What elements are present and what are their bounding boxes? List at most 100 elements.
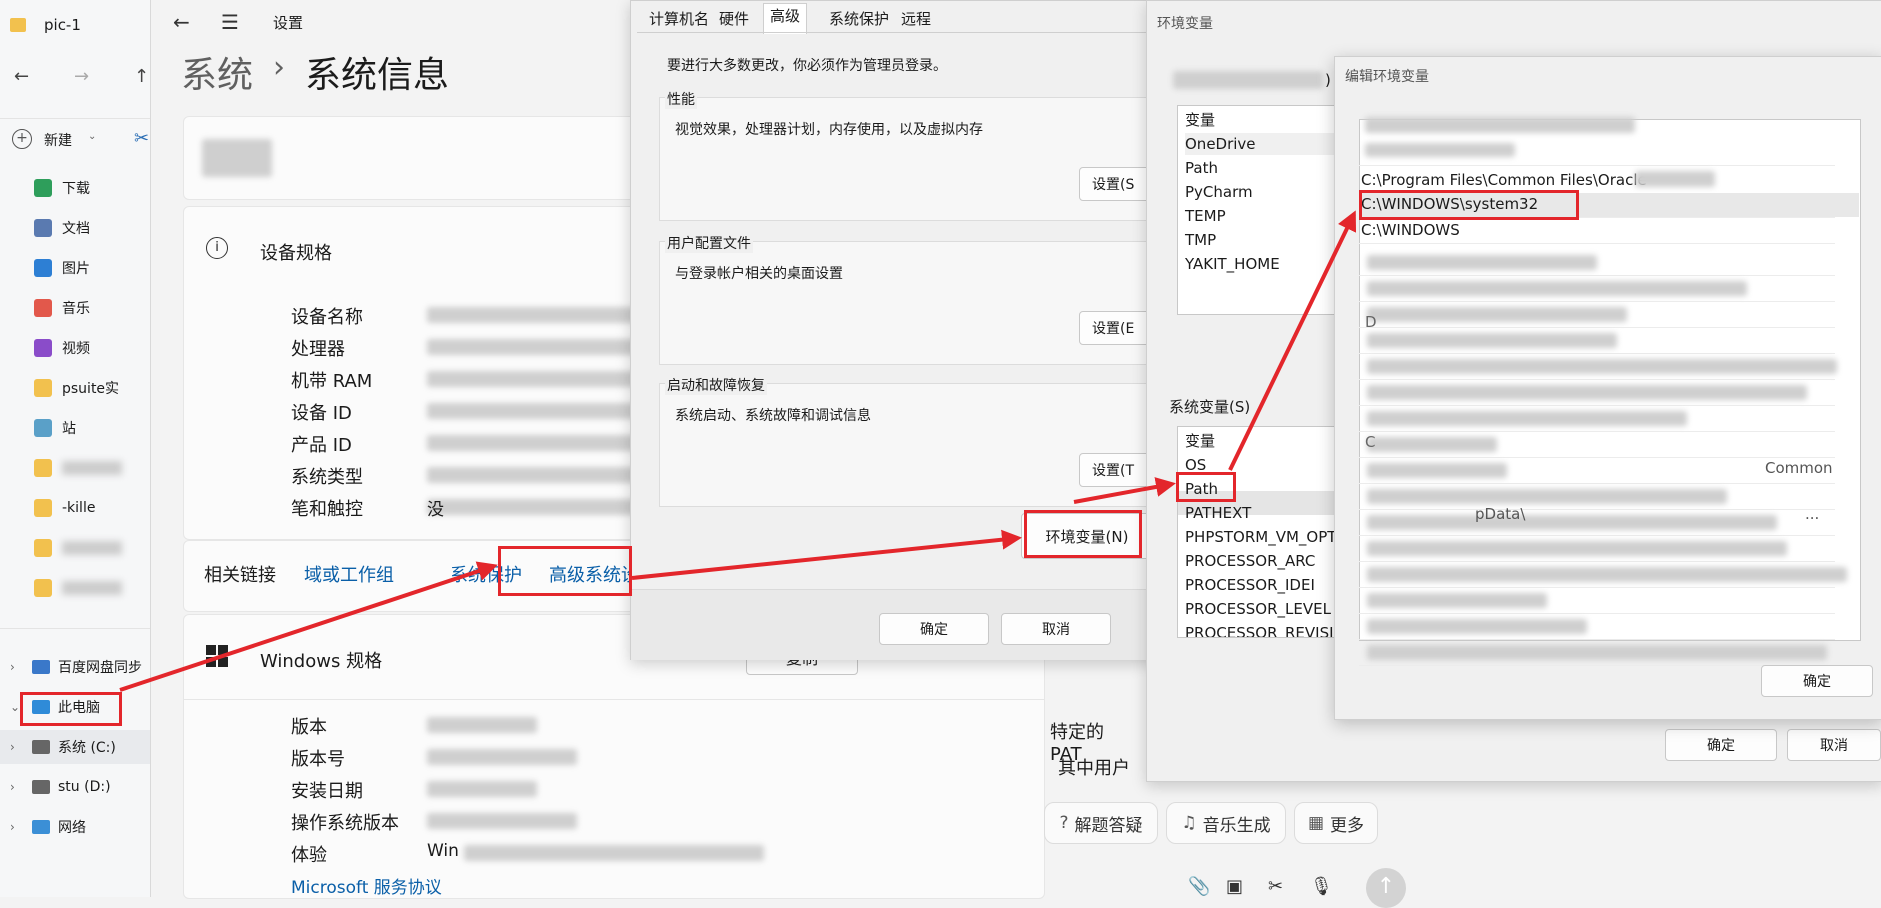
row-divider bbox=[1359, 483, 1835, 484]
music-note-icon: ♫ bbox=[1181, 813, 1197, 833]
user-variable-item[interactable]: TMP bbox=[1185, 229, 1216, 251]
user-variables-list[interactable]: 变量 OneDrive Path PyCharm TEMP TMP YAKIT_HOME bbox=[1177, 105, 1349, 315]
system-variable-item[interactable]: PROCESSOR_ARC bbox=[1185, 550, 1315, 572]
redacted-windows-value bbox=[427, 813, 577, 829]
tree-item-label: 系统 (C:) bbox=[58, 740, 116, 756]
tab-3[interactable]: 系统保护 bbox=[823, 7, 895, 31]
system-variable-item[interactable]: PROCESSOR_LEVEL bbox=[1185, 598, 1331, 620]
attach-icon[interactable]: 📎 bbox=[1188, 876, 1210, 897]
chevron-right-icon[interactable]: › bbox=[10, 740, 20, 754]
spec-label: 产品 ID bbox=[291, 435, 352, 456]
system-variable-item[interactable]: PATHEXT bbox=[1185, 502, 1251, 524]
ms-service-agreement-link[interactable]: Microsoft 服务协议 bbox=[291, 873, 442, 898]
row-divider bbox=[1359, 457, 1835, 458]
cut-icon[interactable]: ✂ bbox=[134, 128, 149, 149]
group-description: 系统启动、系统故障和调试信息 bbox=[675, 408, 871, 424]
tree-item[interactable]: › 百度网盘同步 bbox=[0, 650, 160, 684]
path-entry[interactable]: C:\Program Files\Common Files\Oracle bbox=[1361, 169, 1647, 191]
suggestion-chip[interactable]: ♫ 音乐生成 bbox=[1166, 802, 1286, 844]
envvars-window-title: 环境变量 bbox=[1157, 16, 1213, 32]
forward-icon[interactable]: → bbox=[74, 66, 89, 87]
system-variable-item[interactable]: PHPSTORM_VM_OPT bbox=[1185, 526, 1336, 548]
user-variable-item[interactable]: Path bbox=[1185, 157, 1218, 179]
redacted-spec-value bbox=[427, 499, 657, 515]
quick-access-item[interactable]: 下载 bbox=[0, 172, 160, 204]
row-divider bbox=[1359, 353, 1835, 354]
partial-path-entry: pData\ bbox=[1475, 505, 1526, 523]
redacted-label bbox=[62, 541, 122, 555]
quick-access-item[interactable] bbox=[0, 452, 160, 484]
quick-access-item[interactable] bbox=[0, 572, 160, 604]
redacted-entry bbox=[1367, 463, 1507, 478]
suggestion-chip[interactable]: ? 解题答疑 bbox=[1044, 802, 1158, 844]
path-entry-selected[interactable]: C:\WINDOWS\system32 bbox=[1361, 193, 1538, 215]
up-icon[interactable]: ↑ bbox=[134, 66, 149, 87]
windows-spec-label: 版本号 bbox=[291, 749, 345, 770]
hamburger-menu-icon[interactable]: ☰ bbox=[221, 10, 239, 34]
user-variable-item[interactable]: PyCharm bbox=[1185, 181, 1253, 203]
chip-label: 解题答疑 bbox=[1074, 815, 1143, 836]
group-description: 与登录帐户相关的桌面设置 bbox=[675, 266, 843, 282]
user-variable-item[interactable]: YAKIT_HOME bbox=[1185, 253, 1280, 275]
quick-access-item[interactable]: 视频 bbox=[0, 332, 160, 364]
link-domain-workgroup[interactable]: 域或工作组 bbox=[304, 561, 394, 587]
tab-2[interactable]: 高级 bbox=[763, 3, 808, 34]
environment-variables-button[interactable]: 环境变量(N) bbox=[1021, 513, 1153, 559]
chat-text-fragment: 其中用户 bbox=[1058, 758, 1130, 779]
quick-access-item[interactable]: 站 bbox=[0, 412, 160, 444]
redacted-entry bbox=[1367, 645, 1827, 660]
new-button[interactable]: 新建 bbox=[44, 130, 72, 150]
tab-0[interactable]: 计算机名 bbox=[643, 7, 715, 31]
breadcrumb-parent[interactable]: 系统 bbox=[181, 46, 253, 98]
redacted-entry bbox=[1365, 117, 1635, 133]
user-variable-item[interactable]: TEMP bbox=[1185, 205, 1226, 227]
tree-item[interactable]: ⌄ 此电脑 bbox=[0, 690, 160, 724]
page-title: 系统信息 bbox=[305, 55, 450, 96]
chevron-right-icon[interactable]: › bbox=[10, 660, 20, 674]
image-icon[interactable]: ▣ bbox=[1226, 876, 1243, 897]
ok-button[interactable]: 确定 bbox=[1761, 665, 1873, 697]
quick-access-item[interactable]: 文档 bbox=[0, 212, 160, 244]
tab-1[interactable]: 硬件 bbox=[713, 7, 755, 31]
tree-item[interactable]: › stu (D:) bbox=[0, 770, 160, 804]
quick-access-item[interactable] bbox=[0, 532, 160, 564]
system-variables-list[interactable]: 变量 OS Path PATHEXT PHPSTORM_VM_OPT PROCESSOR… bbox=[1177, 426, 1349, 638]
suggestion-chip[interactable]: ▦ 更多 bbox=[1294, 802, 1378, 844]
related-links-label: 相关链接 bbox=[204, 565, 276, 586]
cancel-button[interactable]: 取消 bbox=[1001, 613, 1111, 645]
folder-icon bbox=[34, 579, 52, 597]
redacted-label bbox=[62, 581, 122, 595]
cancel-button[interactable]: 取消 bbox=[1787, 729, 1881, 761]
quick-access-item[interactable]: psuite实 bbox=[0, 372, 160, 404]
system-variable-item[interactable]: OS bbox=[1185, 454, 1206, 476]
row-divider bbox=[1359, 217, 1835, 218]
redacted-spec-value bbox=[427, 403, 657, 419]
scissors-icon[interactable]: ✂ bbox=[1268, 876, 1283, 897]
tree-item[interactable]: › 系统 (C:) bbox=[0, 730, 160, 764]
system-variable-item[interactable]: PROCESSOR_REVISIO bbox=[1185, 622, 1345, 637]
quick-access-item[interactable]: -kille bbox=[0, 492, 160, 524]
user-variable-item[interactable]: OneDrive bbox=[1185, 133, 1341, 155]
system-variable-item[interactable]: Path bbox=[1185, 478, 1218, 500]
spec-label: 设备名称 bbox=[291, 307, 363, 328]
redacted-windows-value bbox=[427, 749, 577, 765]
ok-button[interactable]: 确定 bbox=[1665, 729, 1777, 761]
quick-access-item[interactable]: 图片 bbox=[0, 252, 160, 284]
quick-access-item[interactable]: 音乐 bbox=[0, 292, 160, 324]
group-description: 视觉效果，处理器计划，内存使用，以及虚拟内存 bbox=[675, 122, 983, 138]
back-arrow-icon[interactable]: ← bbox=[173, 10, 190, 34]
system-properties-dialog: 计算机名 硬件 高级 系统保护 远程 要进行大多数更改，你必须作为管理员登录。 性能 视觉… bbox=[630, 0, 1173, 660]
tab-4[interactable]: 远程 bbox=[895, 7, 937, 31]
chevron-right-icon[interactable]: › bbox=[10, 780, 20, 794]
back-icon[interactable]: ← bbox=[14, 66, 29, 87]
send-icon[interactable]: ↑ bbox=[1366, 868, 1406, 908]
link-system-protection[interactable]: 系统保护 bbox=[450, 561, 522, 587]
chevron-down-icon[interactable]: ⌄ bbox=[10, 700, 20, 714]
ok-button[interactable]: 确定 bbox=[879, 613, 989, 645]
system-variable-item[interactable]: PROCESSOR_IDEI bbox=[1185, 574, 1315, 596]
windows-spec-label: 安装日期 bbox=[291, 781, 363, 802]
microphone-icon[interactable]: 🎙 bbox=[1310, 876, 1333, 897]
tree-item[interactable]: › 网络 bbox=[0, 810, 160, 844]
path-entry[interactable]: C:\WINDOWS bbox=[1361, 219, 1460, 241]
chevron-right-icon[interactable]: › bbox=[10, 820, 20, 834]
